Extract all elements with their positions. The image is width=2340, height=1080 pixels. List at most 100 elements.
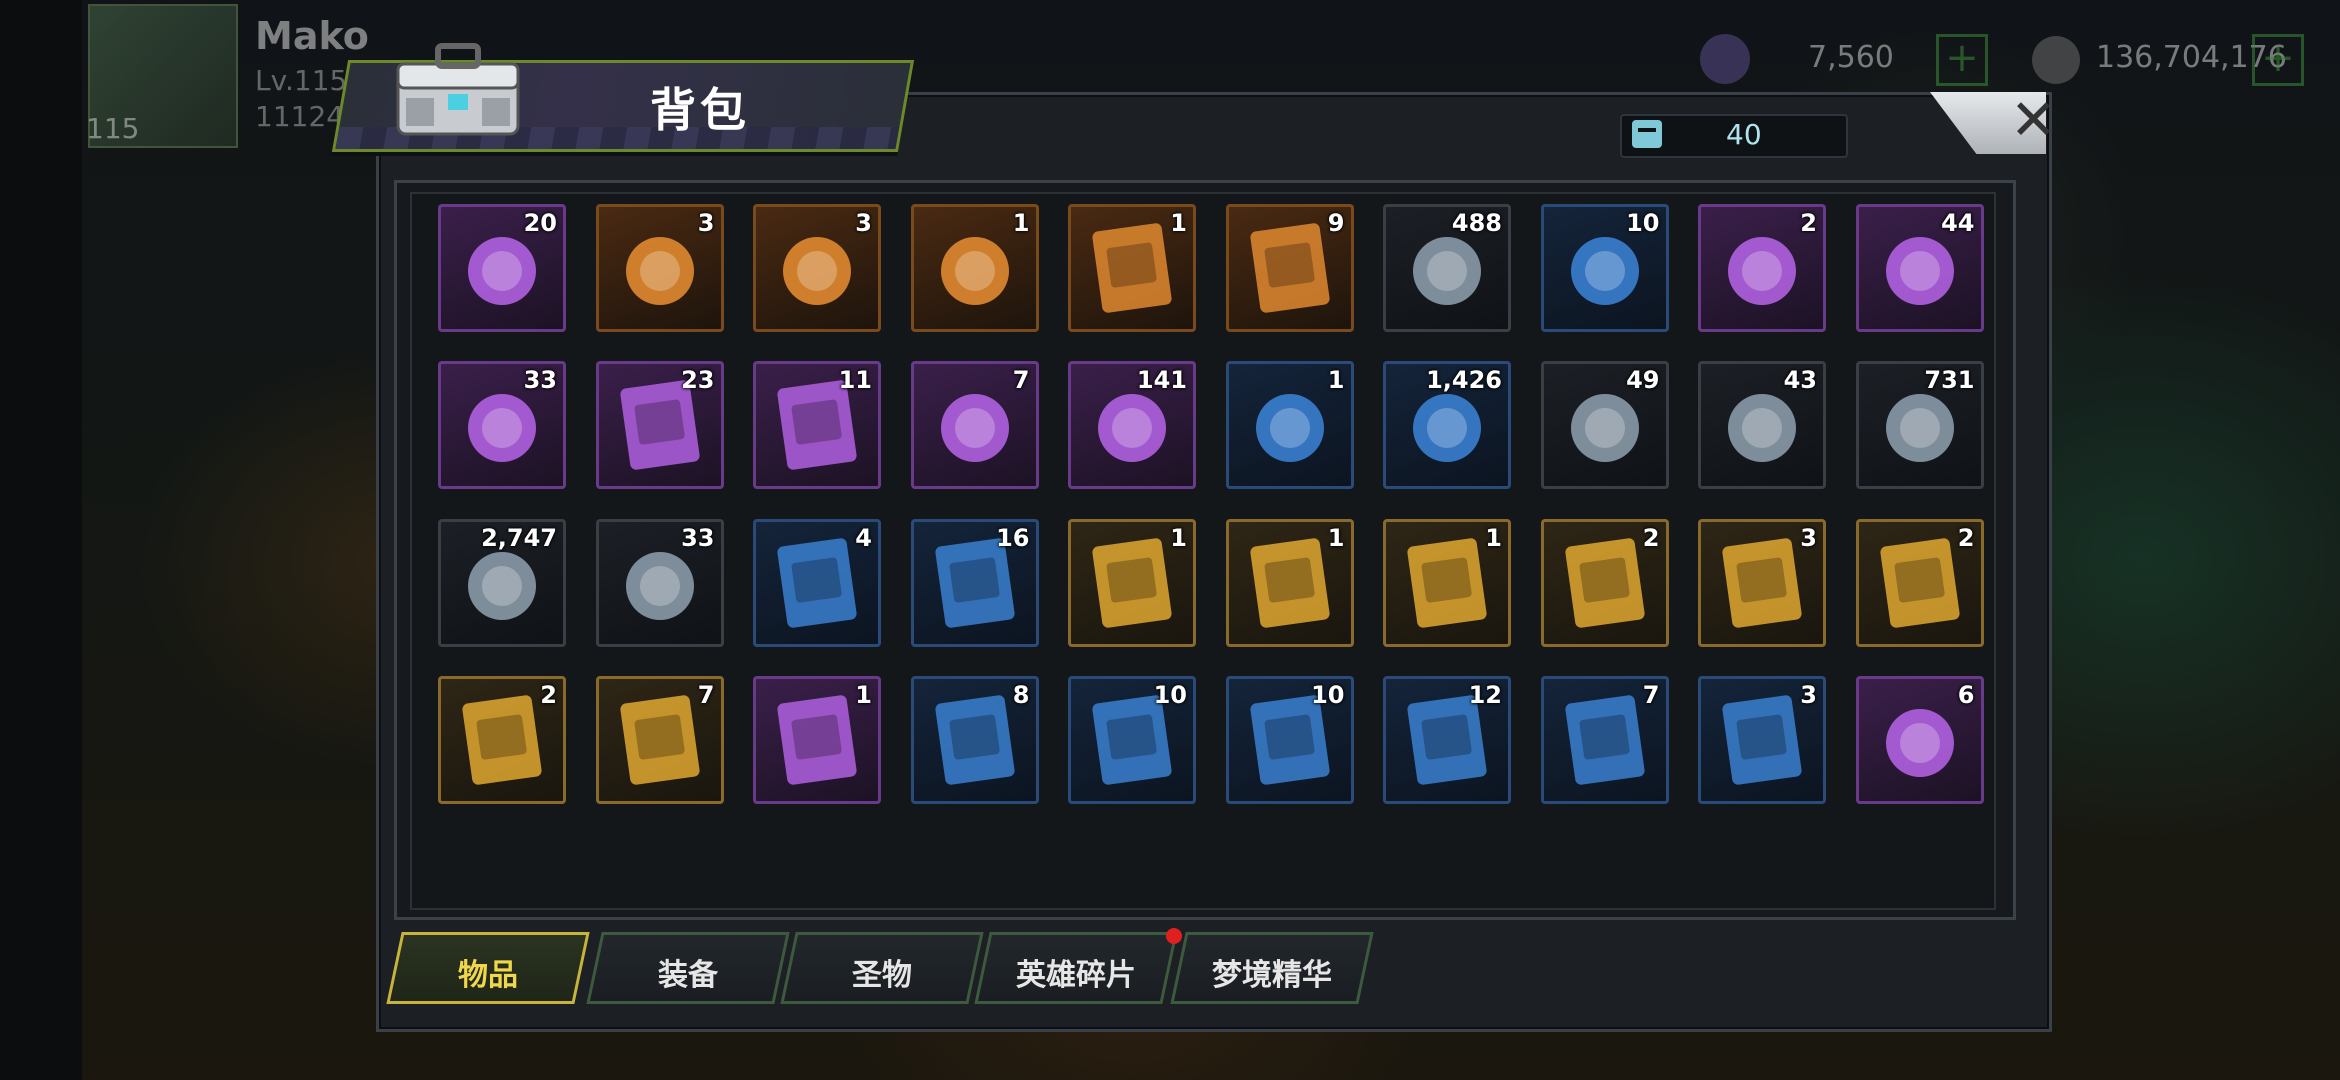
item-count: 3 — [1800, 523, 1817, 552]
add-gems-button[interactable]: + — [1936, 34, 1988, 86]
inventory-slot[interactable]: 43 — [1698, 361, 1826, 490]
inventory-slot[interactable]: 23 — [595, 361, 724, 490]
player-power: 11124 — [255, 100, 345, 133]
inventory-slot[interactable]: 7 — [595, 675, 724, 804]
item-count: 1,426 — [1426, 366, 1502, 395]
tab-label[interactable]: 梦境精华 — [1178, 950, 1366, 994]
token-coin-icon — [928, 221, 1022, 315]
item-count: 1 — [1485, 523, 1502, 552]
item-count: 20 — [523, 209, 557, 237]
item-count: 1 — [1327, 366, 1345, 395]
spade-chip-icon — [928, 378, 1022, 472]
inventory-slot[interactable]: 141 — [1068, 361, 1196, 490]
blue-shirt-blueprint-icon — [1715, 693, 1809, 787]
item-count: 488 — [1451, 209, 1502, 237]
meat-leg-icon — [1715, 221, 1809, 315]
inventory-slot[interactable]: 33 — [438, 361, 566, 490]
item-count: 2,747 — [481, 523, 557, 552]
inventory-slot[interactable]: 1,426 — [1383, 361, 1511, 490]
capacity-count: 40 — [1726, 118, 1762, 151]
item-count: 3 — [855, 209, 872, 237]
inventory-slot[interactable]: 8 — [910, 675, 1039, 804]
item-count: 16 — [996, 523, 1030, 552]
close-icon[interactable]: ✕ — [2010, 88, 2057, 153]
inventory-slot[interactable]: 44 — [1855, 204, 1984, 332]
inventory-slot[interactable]: 3 — [1698, 518, 1826, 647]
inventory-slot[interactable]: 3 — [753, 204, 881, 332]
tab-label[interactable]: 物品 — [394, 950, 582, 994]
triangle-prism-icon — [770, 221, 864, 315]
item-count: 33 — [523, 366, 557, 395]
item-count: 2 — [540, 680, 557, 709]
inventory-slot[interactable]: 11 — [753, 361, 881, 490]
item-count: 23 — [681, 366, 715, 395]
gold-boot-blueprint-icon — [1243, 536, 1337, 630]
add-coins-button[interactable]: + — [2252, 34, 2304, 86]
inventory-slot[interactable]: 1 — [753, 675, 881, 804]
inventory-slot[interactable]: 731 — [1855, 361, 1984, 490]
inventory-slot[interactable]: 20 — [438, 204, 566, 332]
inventory-slot[interactable]: 2 — [1698, 204, 1826, 332]
gem-icon — [1700, 34, 1750, 84]
item-count: 49 — [1626, 366, 1660, 395]
bag-capacity-icon — [1632, 120, 1662, 148]
item-count: 3 — [1800, 680, 1817, 709]
inventory-slot[interactable]: 1 — [1225, 518, 1354, 647]
item-count: 10 — [1626, 209, 1660, 237]
item-count: 7 — [697, 680, 715, 709]
item-count: 2 — [1642, 523, 1660, 552]
inventory-slot[interactable]: 1 — [1383, 518, 1511, 647]
inventory-slot[interactable]: 12 — [1383, 675, 1511, 804]
dart-icon — [1243, 378, 1337, 472]
inventory-slot[interactable]: 488 — [1383, 204, 1511, 332]
inventory-slot[interactable]: 7 — [910, 361, 1039, 490]
item-count: 3 — [697, 209, 715, 237]
inventory-slot[interactable]: 9 — [1225, 204, 1354, 332]
inventory-slot[interactable]: 2,747 — [438, 518, 566, 647]
inventory-slot[interactable]: 1 — [910, 204, 1039, 332]
inventory-slot[interactable]: 10 — [1068, 675, 1196, 804]
inventory-slot[interactable]: 10 — [1225, 675, 1354, 804]
inventory-slot[interactable]: 6 — [1855, 675, 1984, 804]
inventory-slot[interactable]: 1 — [1068, 204, 1196, 332]
item-count: 44 — [1941, 209, 1975, 237]
item-count: 1 — [1170, 209, 1187, 237]
inventory-slot[interactable]: 3 — [595, 204, 724, 332]
coin-icon — [2032, 36, 2080, 84]
tab-label[interactable]: 装备 — [594, 950, 782, 994]
inventory-slot[interactable]: 1 — [1068, 518, 1196, 647]
panel-title: 背包 — [650, 83, 750, 137]
inventory-slot[interactable]: 33 — [595, 518, 724, 647]
gem-count: 7,560 — [1808, 40, 1894, 75]
blue-gun-blueprint-icon — [1558, 693, 1652, 787]
inventory-slot[interactable]: 49 — [1540, 361, 1669, 490]
gold-boot2-blueprint-icon — [1558, 536, 1652, 630]
inventory-slot[interactable]: 2 — [1855, 518, 1984, 647]
inventory-slot[interactable]: 10 — [1540, 204, 1669, 332]
level-badge: 115 — [86, 112, 140, 145]
item-count: 1 — [1012, 209, 1030, 237]
item-count: 8 — [1012, 680, 1030, 709]
gold-gun-blueprint-icon — [1715, 536, 1809, 630]
item-count: 43 — [1783, 366, 1817, 395]
tab-label[interactable]: 英雄碎片 — [982, 950, 1170, 994]
gold-24h-g-card-icon — [1243, 221, 1337, 315]
tab-label[interactable]: 圣物 — [788, 950, 976, 994]
inventory-slot[interactable]: 2 — [1540, 518, 1669, 647]
item-count: 1 — [855, 680, 872, 709]
blue-hat-blueprint-icon — [928, 693, 1022, 787]
blue-4h-card-icon — [770, 536, 864, 630]
inventory-slot[interactable]: 1 — [1225, 361, 1354, 490]
item-count: 9 — [1327, 209, 1345, 237]
inventory-slot[interactable]: 3 — [1698, 675, 1826, 804]
inventory-slot[interactable]: 7 — [1540, 675, 1669, 804]
item-count: 6 — [1957, 680, 1975, 709]
item-count: 10 — [1153, 680, 1187, 709]
inventory-slot[interactable]: 2 — [438, 675, 566, 804]
inventory-slot[interactable]: 4 — [753, 518, 881, 647]
gold-hat-blueprint-icon — [1085, 536, 1179, 630]
inventory-slot[interactable]: 16 — [910, 518, 1039, 647]
gold-shirt-blueprint-icon — [1400, 536, 1494, 630]
item-count: 33 — [681, 523, 715, 552]
thumbs-up-icon — [1873, 693, 1967, 787]
